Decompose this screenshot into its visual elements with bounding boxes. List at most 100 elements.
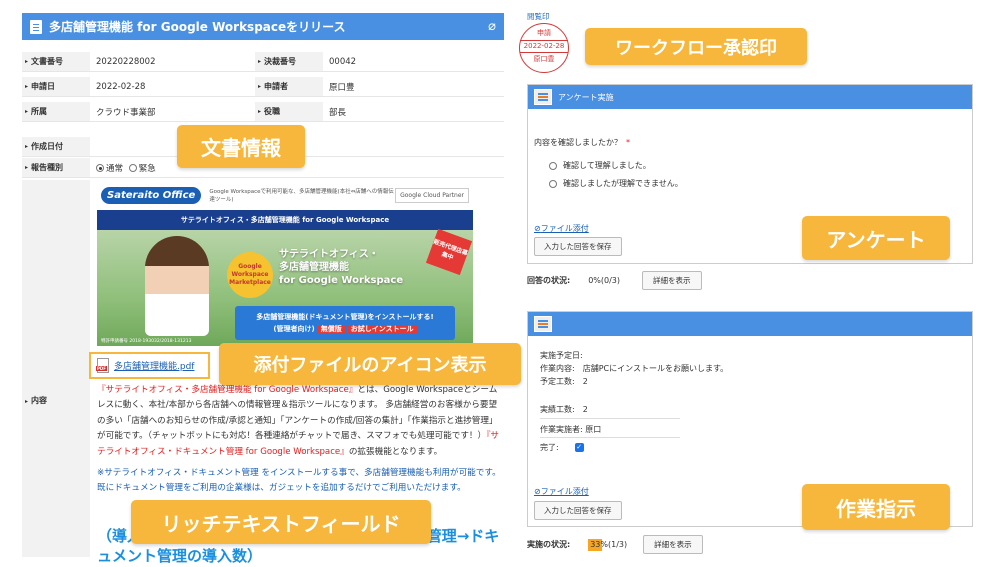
decision-no-value: 00042 <box>329 56 357 67</box>
stamp-date: 2022-02-28 <box>520 40 568 53</box>
task-content: 作業内容: 店舗PCにインストールをお願いします。 <box>540 364 729 373</box>
headline-line-2: 多店舗管理機能 <box>279 262 349 273</box>
info-row-doc-no: 文書番号 20220228002 決裁番号 00042 <box>22 52 504 72</box>
attachment-highlight: 多店舗管理機能.pdf <box>89 352 210 379</box>
survey-save-button[interactable]: 入力した回答を保存 <box>534 237 622 256</box>
dept-value: クラウド事業部 <box>96 107 156 118</box>
doc-no-label: 文書番号 <box>22 52 90 71</box>
callout-doc-info: 文書情報 <box>177 125 305 168</box>
stamp-name: 原口豊 <box>533 55 555 63</box>
task-status-label: 実施の状況: <box>527 540 571 549</box>
rich-text-content: 『サテライトオフィス・多店舗管理機能 for Google Workspace』… <box>97 383 502 497</box>
decision-no-label: 決裁番号 <box>255 52 323 71</box>
survey-question: 内容を確認しましたか？ * <box>534 137 630 148</box>
report-type-label: 報告種別 <box>22 158 90 177</box>
task-worker: 作業実施者: 原口 <box>540 425 602 434</box>
banner-strip: サテライトオフィス・多店舗管理機能 for Google Workspace <box>97 210 473 230</box>
task-status-value: 33%(1/3) <box>590 539 628 549</box>
banner-hero: Google Workspace Marketplace サテライトオフィス・ … <box>97 228 473 346</box>
survey-detail-button[interactable]: 詳細を表示 <box>642 271 702 290</box>
apply-date-label: 申請日 <box>22 77 90 96</box>
headline-line-3: for Google Workspace <box>279 275 404 286</box>
task-actual-effort: 実績工数: 2 <box>540 405 588 414</box>
cta-line-1: 多店舗管理機能(ドキュメント管理)をインストールする! <box>256 313 434 321</box>
survey-header: アンケート実施 <box>528 85 972 109</box>
document-title-bar: 多店舗管理機能 for Google Workspaceをリリース ⌀ <box>22 13 504 40</box>
option-2-label: 確認しましたが理解できません。 <box>563 179 683 188</box>
option-2-radio[interactable] <box>549 179 557 188</box>
task-progress: 33%(1/3) <box>588 538 629 551</box>
callout-attachment-icon: 添付ファイルのアイコン表示 <box>219 343 521 385</box>
report-normal-label: 通常 <box>106 163 124 174</box>
survey-status: 回答の状況: 0%(0/3) 詳細を表示 <box>527 271 702 290</box>
content-label: 内容 <box>22 180 90 557</box>
install-cta[interactable]: 多店舗管理機能(ドキュメント管理)をインストールする! (管理者向け) 無償版 お試… <box>235 306 455 340</box>
survey-attach-text: ファイル添付 <box>540 224 589 233</box>
option-1-radio[interactable] <box>549 161 557 170</box>
cta-admin: (管理者向け) <box>273 325 315 333</box>
survey-status-label: 回答の状況: <box>527 276 571 285</box>
model-image <box>145 236 209 336</box>
banner-description: Google Workspaceで利用可能な、多店舗管理機能(本社⇔店舗への情報… <box>209 189 394 203</box>
task-planned-effort: 予定工数: 2 <box>540 377 588 386</box>
stamp-top: 申請 <box>537 29 551 37</box>
pdf-file-icon[interactable] <box>96 358 109 373</box>
survey-title: アンケート実施 <box>558 92 614 102</box>
survey-status-value: 0%(0/3) <box>588 276 621 285</box>
task-detail-button[interactable]: 詳細を表示 <box>643 535 703 554</box>
callout-survey: アンケート <box>802 216 950 260</box>
task-icon <box>534 316 552 332</box>
attachment-link[interactable]: 多店舗管理機能.pdf <box>114 359 194 372</box>
applicant-label: 申請者 <box>255 77 323 96</box>
callout-rich-text: リッチテキストフィールド <box>131 500 431 544</box>
approval-stamp[interactable]: 申請 2022-02-28 原口豊 <box>519 23 569 73</box>
task-separator <box>540 418 680 419</box>
task-done-checkbox[interactable]: ✓ <box>574 443 584 452</box>
question-text: 内容を確認しましたか？ <box>534 138 622 147</box>
applicant-value: 原口豊 <box>329 82 355 93</box>
required-mark: * <box>626 138 630 147</box>
survey-attach-link[interactable]: ⊘ファイル添付 <box>534 223 589 234</box>
paperclip-icon[interactable]: ⌀ <box>488 19 496 34</box>
report-urgent-radio[interactable] <box>128 164 137 172</box>
cta-line-2: (管理者向け) 無償版 お試しインストール <box>235 323 455 335</box>
promo-banner: Sateraito Office Google Workspaceで利用可能な、… <box>97 180 473 352</box>
survey-icon <box>534 89 552 105</box>
dept-label: 所属 <box>22 102 90 121</box>
sale-tag: 販売代理店募集中 <box>425 228 473 276</box>
patent-number: 特許申請番号 2018-193032/2018-131213 <box>101 339 192 344</box>
doc-no-value: 20220228002 <box>96 56 156 67</box>
callout-task: 作業指示 <box>802 484 950 530</box>
body-red-1: 『サテライトオフィス・多店舗管理機能 for Google Workspace』 <box>97 385 358 395</box>
callout-workflow: ワークフロー承認印 <box>585 28 807 65</box>
report-urgent-label: 緊急 <box>138 163 156 174</box>
task-attach-link[interactable]: ⊘ファイル添付 <box>534 486 589 497</box>
cta-try: お試しインストール <box>347 325 417 333</box>
task-save-button[interactable]: 入力した回答を保存 <box>534 501 622 520</box>
google-partner-badge: Google Cloud Partner <box>395 187 469 203</box>
body-tail: の拡張機能となります。 <box>348 446 443 457</box>
banner-headline: サテライトオフィス・ 多店舗管理機能 for Google Workspace <box>279 248 403 287</box>
survey-option-2[interactable]: 確認しましたが理解できません。 <box>549 178 683 189</box>
marketplace-badge: Google Workspace Marketplace <box>227 252 273 298</box>
task-done-label: 完了: <box>540 443 559 452</box>
task-planned-date: 実施予定日: <box>540 351 583 360</box>
report-normal-radio[interactable] <box>96 164 104 172</box>
body-text-2: ※サテライトオフィス・ドキュメント管理 をインストールする事で、多店舗管理機能も… <box>97 468 501 494</box>
headline-line-1: サテライトオフィス・ <box>279 249 379 260</box>
task-done-row: 完了: ✓ <box>540 442 584 453</box>
position-value: 部長 <box>329 107 347 118</box>
task-status: 実施の状況: 33%(1/3) 詳細を表示 <box>527 535 703 554</box>
sateraito-logo: Sateraito Office <box>101 186 202 204</box>
apply-date-value: 2022-02-28 <box>96 81 146 92</box>
position-label: 役職 <box>255 102 323 121</box>
info-row-dept: 所属 クラウド事業部 役職 部長 <box>22 102 504 122</box>
info-row-apply: 申請日 2022-02-28 申請者 原口豊 <box>22 77 504 97</box>
task-attach-text: ファイル添付 <box>540 487 589 496</box>
task-separator <box>540 437 680 438</box>
task-header <box>528 312 972 336</box>
document-title: 多店舗管理機能 for Google Workspaceをリリース <box>49 20 346 34</box>
stamp-label: 閲覧印 <box>527 12 550 21</box>
survey-option-1[interactable]: 確認して理解しました。 <box>549 160 651 171</box>
document-icon <box>30 19 42 34</box>
